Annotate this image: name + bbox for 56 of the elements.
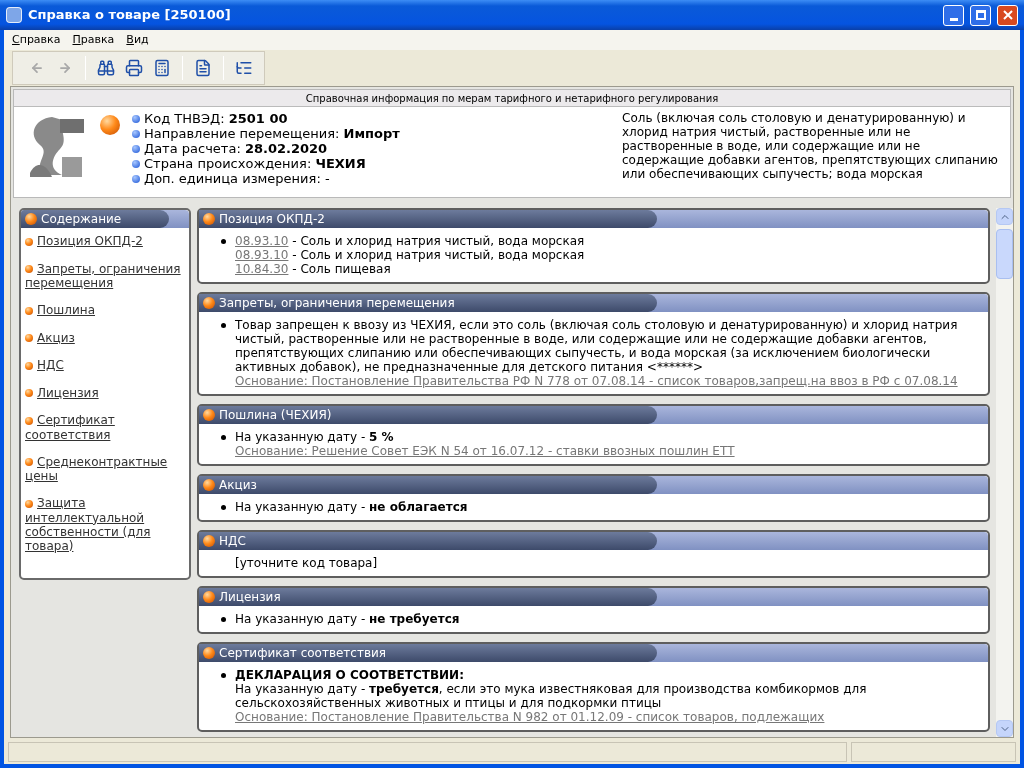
section-text: На указанную дату - требуется, если это мука известняковая для производства комбикормов для сельскохозяйственных животных и птицы и для подкормки птицы xyxy=(235,682,868,710)
code-description: - Соль и хлорид натрия чистый, вода морская xyxy=(291,234,585,248)
arrow-right-icon xyxy=(58,61,72,75)
fact-line: Доп. единица измерения: - xyxy=(144,171,330,186)
fact-line: Код ТНВЭД: 2501 00 xyxy=(144,111,288,126)
code-description: - Соль пищевая xyxy=(291,262,391,276)
section-title: Пошлина (ЧЕХИЯ) xyxy=(219,408,332,422)
fact-line: Направление перемещения: Импорт xyxy=(144,126,400,141)
fact-line: Страна происхождения: ЧЕХИЯ xyxy=(144,156,366,171)
contents-link[interactable]: Запреты, ограничения перемещения xyxy=(25,261,185,290)
product-description: Соль (включая соль столовую и денатурированную) и хлорид натрия чистый, растворенные или не растворенные в воде, или содержащие или не содержащие добавки агентов, препятствующих слипанию или обеспечивающих сыпучесть; вода морская xyxy=(622,111,999,181)
code-link[interactable]: 08.93.10 xyxy=(235,248,289,262)
binoculars-icon xyxy=(97,59,115,77)
contents-link[interactable]: Среднеконтрактные цены xyxy=(25,454,185,483)
contents-link[interactable]: НДС xyxy=(25,358,185,373)
section-title: НДС xyxy=(219,534,246,548)
contents-link[interactable]: Защита интеллектуальной собственности (для товара) xyxy=(25,496,185,553)
section-text: Товар запрещен к ввозу из ЧЕХИЯ, если это соль (включая соль столовую и денатурированную) и хлорид натрия чистый, растворенные или не растворенные в воде, или содержащие или не содержащие добавки агентов, препятствующих слипанию или обеспечивающих сыпучесть, и вода морская (за исключением биологически активных добавок), не предназначенные для детского питания <******> xyxy=(235,318,959,374)
app-icon xyxy=(6,7,22,23)
section-text: На указанную дату - не требуется xyxy=(235,612,461,626)
basis-link[interactable]: Основание: Постановление Правительства N 982 от 01.12.09 - список товаров, подлежащих xyxy=(235,710,984,724)
scrollbar-thumb[interactable] xyxy=(996,229,1013,279)
section-title: Сертификат соответствия xyxy=(219,646,387,660)
contents-link[interactable]: Сертификат соответствия xyxy=(25,413,185,442)
section-text: [уточните код товара] xyxy=(235,556,379,570)
contents-link[interactable]: Пошлина xyxy=(25,303,185,318)
window-title: Справка о товаре [250100] xyxy=(28,6,232,25)
calculator-icon xyxy=(153,59,171,77)
section-title: Лицензия xyxy=(219,590,281,604)
section-text: На указанную дату - не облагается xyxy=(235,500,469,514)
contents-link[interactable]: Лицензия xyxy=(25,385,185,400)
contents-link[interactable]: Акциз xyxy=(25,330,185,345)
section-subheading: ДЕКЛАРАЦИЯ О СООТВЕТСТВИИ: xyxy=(235,668,465,682)
menu-item[interactable]: Вид xyxy=(126,31,149,49)
section-title: Запреты, ограничения перемещения xyxy=(219,296,455,310)
basis-link[interactable]: Основание: Решение Совет ЕЭК N 54 от 16.07.12 - ставки ввозных пошлин ЕТТ xyxy=(235,444,984,458)
code-description: - Соль и хлорид натрия чистый, вода морская xyxy=(291,248,585,262)
section-text: На указанную дату - 5 % xyxy=(235,430,395,444)
info-title: Справочная информация по мерам тарифного и нетарифного регулирования xyxy=(305,91,719,106)
code-link[interactable]: 08.93.10 xyxy=(235,234,289,248)
basis-link[interactable]: Основание: Постановление Правительства РФ N 778 от 07.08.14 - список товаров,запрещ.на ввоз в РФ с 07.08.14 xyxy=(235,374,984,388)
fact-line: Дата расчета: 28.02.2020 xyxy=(144,141,328,156)
contents-link[interactable]: Позиция ОКПД-2 xyxy=(25,234,185,249)
close-button[interactable] xyxy=(997,4,1018,26)
section-title: Содержание xyxy=(41,211,122,228)
document-icon xyxy=(194,59,212,77)
printer-icon xyxy=(125,59,143,77)
code-link[interactable]: 10.84.30 xyxy=(235,262,289,276)
section-title: Акциз xyxy=(219,478,257,492)
tree-list-icon xyxy=(235,59,253,77)
maximize-button[interactable] xyxy=(970,4,991,26)
section-title: Позиция ОКПД-2 xyxy=(219,212,325,226)
menu-item[interactable]: Справка xyxy=(12,31,61,49)
minimize-button[interactable] xyxy=(943,4,964,26)
close-icon xyxy=(1002,10,1013,20)
menu-item[interactable]: Правка xyxy=(72,31,115,49)
